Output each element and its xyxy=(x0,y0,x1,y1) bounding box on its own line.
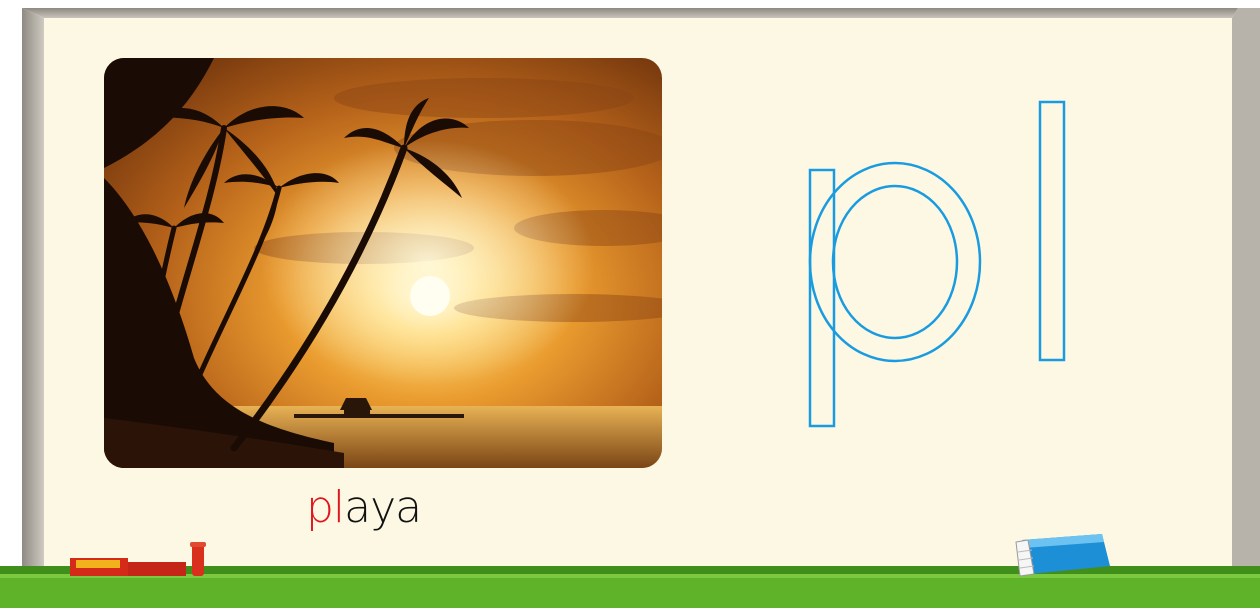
word-highlight: pl xyxy=(306,482,345,533)
big-letters-pl xyxy=(808,100,1066,428)
word-rest: aya xyxy=(344,482,422,533)
word-caption: playa xyxy=(306,480,466,540)
eraser-icon xyxy=(1015,534,1110,577)
chalk-holder-icon xyxy=(70,542,206,576)
beach-photo xyxy=(104,58,662,468)
